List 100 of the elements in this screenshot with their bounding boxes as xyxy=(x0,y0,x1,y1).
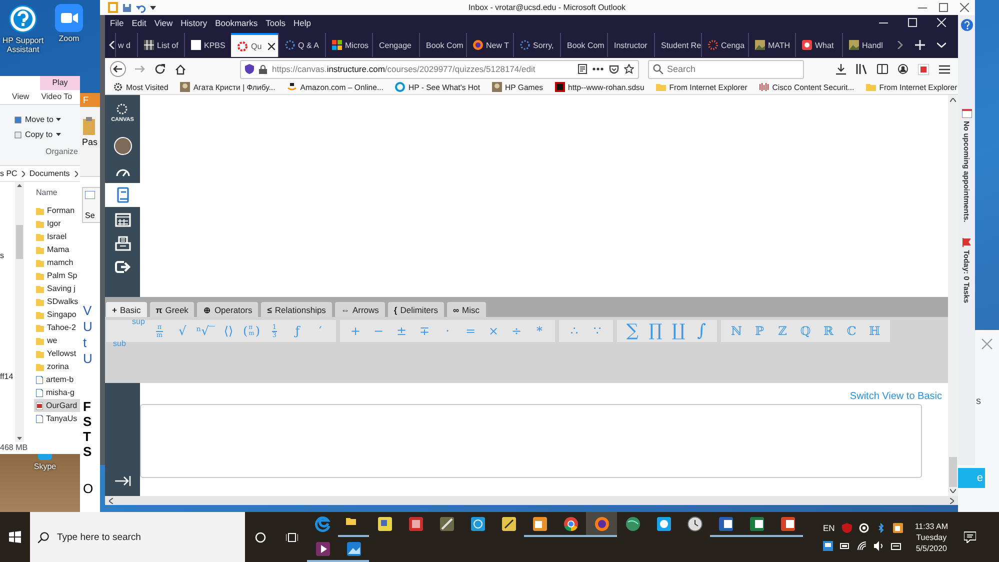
address-bar[interactable]: https://canvas.instructure.com/courses/2029977/quizzes/5128174/edit xyxy=(240,60,639,78)
bluetooth-icon[interactable] xyxy=(876,523,886,533)
file-row[interactable]: Israel xyxy=(34,230,80,243)
book-icon[interactable] xyxy=(116,187,130,203)
search-input[interactable]: Search xyxy=(667,64,787,74)
mail-app-icon[interactable] xyxy=(892,523,903,533)
close-icon[interactable] xyxy=(960,3,969,12)
help-icon[interactable] xyxy=(960,19,972,31)
breadcrumb-item[interactable]: s PC xyxy=(0,169,18,178)
shield-icon[interactable] xyxy=(842,523,852,533)
scrollbar-thumb[interactable] xyxy=(16,225,23,259)
sidebar-item[interactable] xyxy=(105,183,140,207)
search-field[interactable]: Search xyxy=(648,60,804,78)
save-icon[interactable] xyxy=(122,2,132,12)
start-icon[interactable] xyxy=(9,531,21,543)
menu-item[interactable]: Tools xyxy=(266,18,286,28)
browser-tab[interactable]: Q & A xyxy=(278,33,325,57)
logo-icon[interactable] xyxy=(116,103,128,115)
file-row[interactable]: Yellowst xyxy=(34,347,80,360)
scrollbar-thumb[interactable] xyxy=(949,457,957,487)
ribbon-command[interactable]: Copy to xyxy=(25,130,53,139)
file-row[interactable]: Tahoe-2 xyxy=(34,321,80,334)
more-icon[interactable] xyxy=(592,67,604,71)
file-row[interactable]: Mama xyxy=(34,243,80,256)
toolbar-tab[interactable]: + Basic xyxy=(106,302,147,317)
star-icon[interactable] xyxy=(624,64,634,74)
reload-icon[interactable] xyxy=(155,64,166,74)
nav-pane-item[interactable]: ff14 xyxy=(0,372,14,381)
menu-item[interactable]: File xyxy=(110,18,124,28)
scroll-down-icon[interactable] xyxy=(950,489,956,493)
task-view-icon[interactable] xyxy=(286,532,298,542)
account-icon[interactable] xyxy=(898,64,908,74)
monitor-icon[interactable] xyxy=(823,541,833,551)
file-row[interactable]: mamch xyxy=(34,256,80,269)
menu-icon[interactable] xyxy=(939,64,950,74)
wifi-icon[interactable] xyxy=(857,541,867,551)
home-icon[interactable] xyxy=(175,64,186,74)
avatar[interactable] xyxy=(114,137,132,155)
ribbon-button[interactable]: Pas xyxy=(82,137,98,147)
toolbar-tab[interactable]: ⊕ Operators xyxy=(197,302,258,317)
browser-tab[interactable]: Qu xyxy=(231,33,278,57)
file-row[interactable]: we xyxy=(34,334,80,347)
browser-tab[interactable]: Handl xyxy=(842,33,889,57)
nav-pane-item[interactable]: s xyxy=(0,251,4,260)
file-row[interactable]: Saving j xyxy=(34,282,80,295)
browser-tab[interactable]: List of xyxy=(137,33,184,57)
scroll-up-icon[interactable] xyxy=(17,184,22,187)
back-icon[interactable] xyxy=(110,61,126,77)
desktop-icon-label[interactable]: Zoom xyxy=(58,34,80,44)
file-row[interactable]: misha-g xyxy=(34,386,80,399)
toolbar-tab[interactable]: ≤ Relationships xyxy=(261,302,332,317)
download-icon[interactable] xyxy=(836,64,846,74)
browser-tab[interactable]: Cenga xyxy=(701,33,748,57)
file-row[interactable]: SDwalks xyxy=(34,295,80,308)
exit-arrow-icon[interactable] xyxy=(114,260,130,274)
switch-view-link[interactable]: Switch View to Basic xyxy=(850,391,942,402)
notification-icon[interactable] xyxy=(964,531,976,543)
toolbar-tab[interactable]: π Greek xyxy=(150,302,194,317)
file-row[interactable]: TanyaUs xyxy=(34,412,80,425)
browser-tab[interactable]: Student Re xyxy=(654,33,701,57)
extension-icon[interactable] xyxy=(918,64,929,74)
file-row[interactable]: Singapo xyxy=(34,308,80,321)
browser-tab[interactable]: New T xyxy=(466,33,513,57)
file-row[interactable]: zorina xyxy=(34,360,80,373)
file-row[interactable]: artem-b xyxy=(34,373,80,386)
browser-tab[interactable]: MATH xyxy=(748,33,795,57)
sidebar-icon[interactable] xyxy=(877,64,888,74)
file-row[interactable]: Forman xyxy=(34,204,80,217)
search-field[interactable]: Type here to search xyxy=(30,512,245,562)
toolbar-tab[interactable]: { Delimiters xyxy=(388,302,444,317)
browser-tab[interactable]: What xyxy=(795,33,842,57)
volume-icon[interactable] xyxy=(874,541,884,551)
undo-icon[interactable] xyxy=(136,2,146,12)
scrollbar[interactable] xyxy=(15,182,24,442)
tray-icon[interactable] xyxy=(114,236,130,250)
toolbar-tab[interactable]: ⇔ Arrows xyxy=(334,302,385,317)
maximize-icon[interactable] xyxy=(939,3,948,12)
browser-tab[interactable]: Book Com xyxy=(560,33,607,57)
language-indicator[interactable]: EN xyxy=(823,523,835,533)
ribbon-button[interactable]: Se xyxy=(82,187,100,223)
menu-item[interactable]: Bookmarks xyxy=(215,18,258,28)
file-row[interactable]: Igor xyxy=(34,217,80,230)
keyboard-icon[interactable] xyxy=(891,541,901,551)
library-icon[interactable] xyxy=(856,64,867,74)
plus-icon[interactable] xyxy=(915,40,925,50)
camera-icon[interactable] xyxy=(55,4,83,32)
scrollbar[interactable] xyxy=(948,95,958,496)
scroll-right-icon[interactable] xyxy=(897,41,903,49)
battery-icon[interactable] xyxy=(840,541,850,551)
caret-icon[interactable] xyxy=(150,6,156,10)
calendar-icon[interactable] xyxy=(114,212,130,226)
menu-item[interactable]: Edit xyxy=(132,18,146,28)
reader-icon[interactable] xyxy=(578,64,587,74)
file-row[interactable]: OurGard xyxy=(34,399,80,412)
help-icon[interactable] xyxy=(8,4,38,34)
search-input[interactable]: Type here to search xyxy=(57,532,237,542)
circle-icon[interactable] xyxy=(858,523,869,533)
menu-item[interactable]: Help xyxy=(293,18,311,28)
scroll-up-icon[interactable] xyxy=(950,98,956,102)
browser-tab[interactable]: Micros xyxy=(325,33,372,57)
